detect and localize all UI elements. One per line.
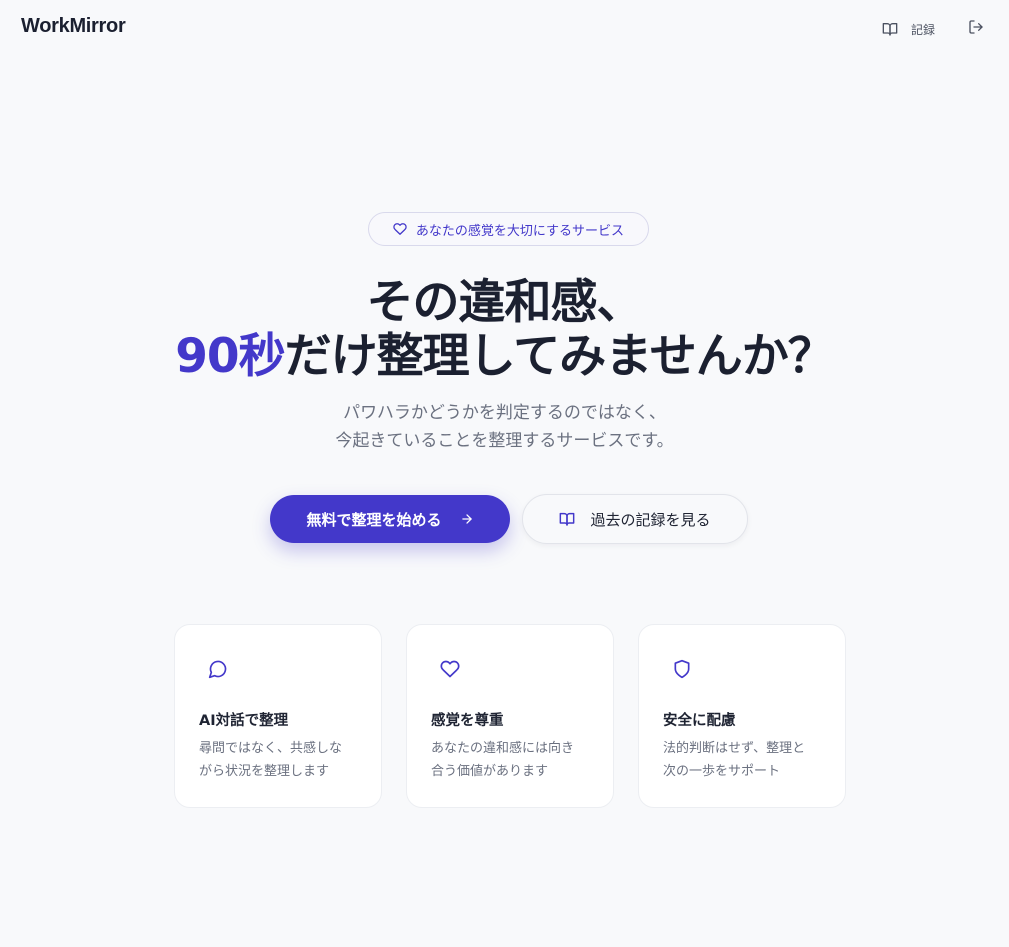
brand-logo[interactable]: WorkMirror <box>21 15 126 38</box>
feature-title: 安全に配慮 <box>663 713 736 729</box>
feature-card-respect: 感覚を尊重 あなたの違和感には向き 合う価値があります <box>406 624 614 808</box>
hero-headline: その違和感、 90秒だけ整理してみませんか？ <box>0 276 1009 384</box>
feature-card-safety: 安全に配慮 法的判断はせず、整理と 次の一歩をサポート <box>638 624 846 808</box>
headline-line-2-rest: だけ整理してみませんか？ <box>284 329 835 384</box>
records-link-label: 記録 <box>911 22 936 37</box>
shield-icon <box>672 659 692 679</box>
message-circle-icon <box>208 659 228 679</box>
feature-description-line: 尋問ではなく、共感しな <box>199 741 343 756</box>
headline-line-1: その違和感、 <box>366 275 644 330</box>
headline-accent: 90秒 <box>175 329 285 384</box>
feature-description-line: がら状況を整理します <box>199 764 330 779</box>
records-link[interactable]: 記録 <box>882 18 935 40</box>
hero-subtext: パワハラかどうかを判定するのではなく、 今起きていることを整理するサービスです。 <box>0 399 1009 455</box>
start-button-label: 無料で整理を始める <box>306 510 442 529</box>
log-out-icon[interactable] <box>968 19 986 37</box>
heart-icon <box>440 659 460 679</box>
subtext-line-1: パワハラかどうかを判定するのではなく、 <box>343 403 666 423</box>
feature-description-line: 法的判断はせず、整理と <box>663 741 806 756</box>
top-bar: WorkMirror 記録 <box>0 0 1009 56</box>
feature-title: AI対話で整理 <box>199 713 289 729</box>
subtext-line-2: 今起きていることを整理するサービスです。 <box>335 431 674 451</box>
tagline-badge: あなたの感覚を大切にするサービス <box>368 212 649 246</box>
feature-description-line: 合う価値があります <box>431 764 549 779</box>
feature-description: 法的判断はせず、整理と 次の一歩をサポート <box>663 737 833 783</box>
book-open-icon <box>559 511 575 527</box>
feature-title: 感覚を尊重 <box>431 713 504 729</box>
feature-card-ai-dialog: AI対話で整理 尋問ではなく、共感しな がら状況を整理します <box>174 624 382 808</box>
headline-line-2: 90秒だけ整理してみませんか？ <box>0 330 1009 384</box>
book-open-icon <box>882 21 898 37</box>
feature-description-line: 次の一歩をサポート <box>663 764 781 779</box>
feature-description: 尋問ではなく、共感しな がら状況を整理します <box>199 737 369 783</box>
arrow-right-icon <box>460 512 474 526</box>
heart-icon <box>393 222 407 236</box>
view-records-button-label: 過去の記録を見る <box>590 510 711 529</box>
view-records-button[interactable]: 過去の記録を見る <box>522 494 748 544</box>
badge-text: あなたの感覚を大切にするサービス <box>415 223 625 239</box>
start-button[interactable]: 無料で整理を始める <box>270 495 510 543</box>
feature-description-line: あなたの違和感には向き <box>431 741 575 756</box>
feature-description: あなたの違和感には向き 合う価値があります <box>431 737 601 783</box>
